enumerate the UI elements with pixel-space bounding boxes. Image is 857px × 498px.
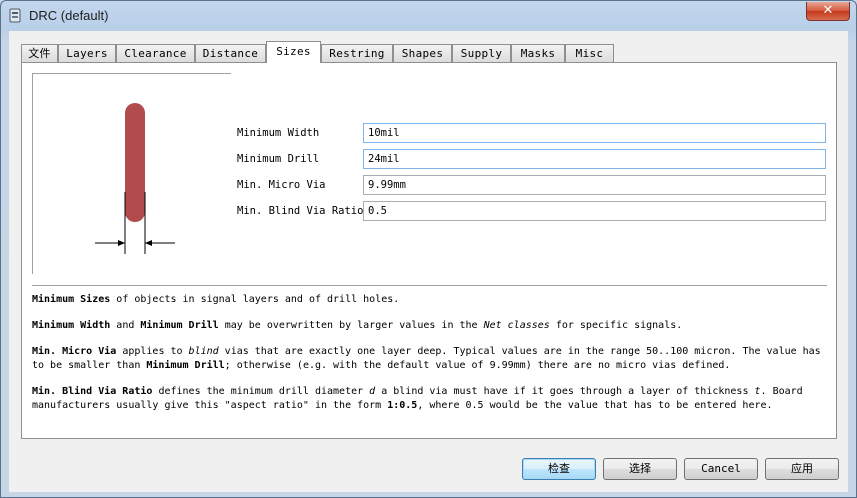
min-blind-via-ratio-input[interactable]: 0.5 <box>363 201 826 221</box>
minimum-width-input[interactable]: 10mil <box>363 123 826 143</box>
select-button[interactable]: 选择 <box>603 458 677 480</box>
help-paragraph-blind-via-ratio: Min. Blind Via Ratio defines the minimum… <box>32 386 803 411</box>
separator <box>32 285 827 286</box>
app-icon <box>9 8 21 23</box>
sizes-panel: Minimum Width 10mil Minimum Drill 24mil … <box>21 62 837 439</box>
tab-layers[interactable]: Layers <box>58 44 116 62</box>
dialog-client: 文件 Layers Clearance Distance Sizes Restr… <box>9 31 848 492</box>
window-title: DRC (default) <box>29 8 109 23</box>
tab-misc[interactable]: Misc <box>565 44 614 62</box>
help-paragraph-sizes: Minimum Sizes of objects in signal layer… <box>32 294 400 305</box>
arrowhead-left-icon <box>118 240 125 246</box>
cancel-button[interactable]: Cancel <box>684 458 758 480</box>
minimum-drill-label: Minimum Drill <box>237 153 320 165</box>
check-button[interactable]: 检查 <box>522 458 596 480</box>
min-blind-via-ratio-label: Min. Blind Via Ratio <box>237 205 364 217</box>
help-paragraph-width-drill: Minimum Width and Minimum Drill may be o… <box>32 320 683 331</box>
tab-distance[interactable]: Distance <box>195 44 266 62</box>
tab-sizes[interactable]: Sizes <box>266 41 321 63</box>
tab-clearance[interactable]: Clearance <box>116 44 195 62</box>
help-paragraph-micro-via: Min. Micro Via applies to blind vias tha… <box>32 346 821 371</box>
tab-file[interactable]: 文件 <box>21 44 58 62</box>
close-icon: ✕ <box>822 3 834 18</box>
trace-width-illustration <box>95 103 175 254</box>
drc-dialog: DRC (default) ✕ 文件 Layers Clearance Dist… <box>0 0 857 498</box>
tab-masks[interactable]: Masks <box>511 44 565 62</box>
apply-button[interactable]: 应用 <box>765 458 839 480</box>
illustration-frame <box>32 73 231 274</box>
help-text: Minimum Sizes of objects in signal layer… <box>32 293 827 425</box>
minimum-width-label: Minimum Width <box>237 127 320 139</box>
minimum-drill-input[interactable]: 24mil <box>363 149 826 169</box>
min-micro-via-label: Min. Micro Via <box>237 179 326 191</box>
tab-restring[interactable]: Restring <box>321 44 393 62</box>
close-button[interactable]: ✕ <box>806 2 850 21</box>
arrowhead-right-icon <box>145 240 152 246</box>
min-micro-via-input[interactable]: 9.99mm <box>363 175 826 195</box>
trace-shape <box>125 103 145 222</box>
title-bar: DRC (default) ✕ <box>1 1 856 31</box>
tab-shapes[interactable]: Shapes <box>393 44 452 62</box>
tab-supply[interactable]: Supply <box>452 44 511 62</box>
